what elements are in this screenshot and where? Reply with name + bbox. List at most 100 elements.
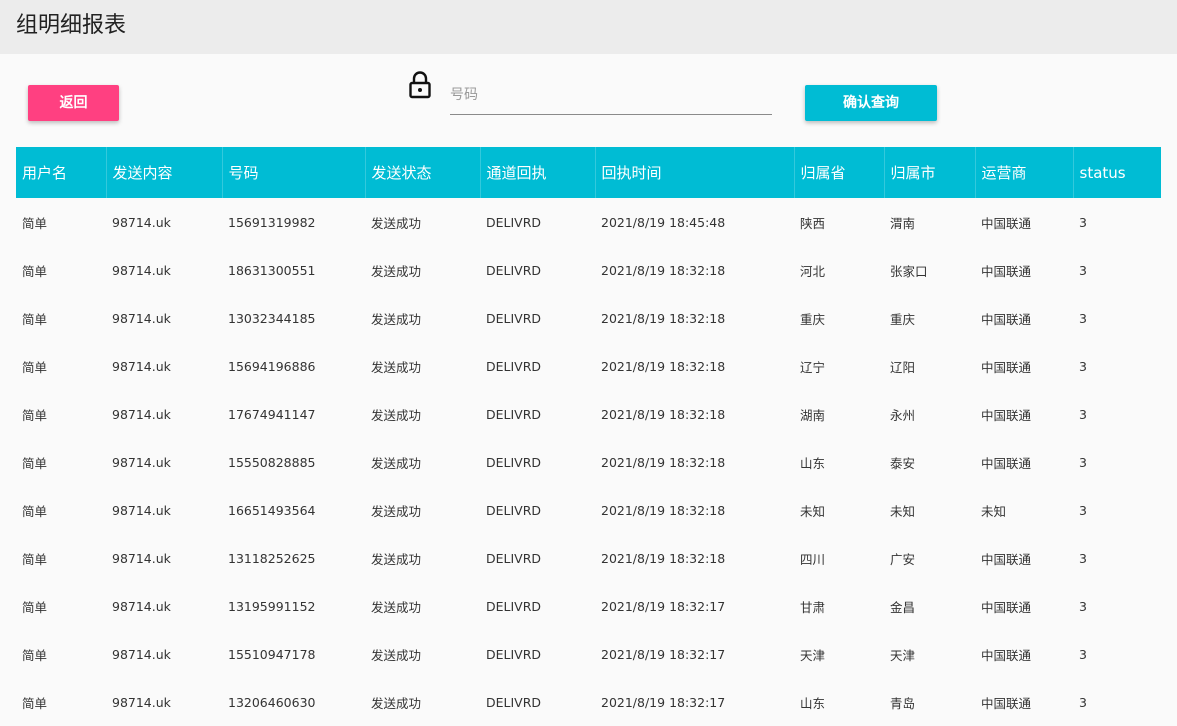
column-receipt-time-cell: 2021/8/19 18:32:18: [601, 358, 726, 374]
column-city-cell: 永州: [890, 407, 916, 423]
table-row: 简单 98714.uk 15694196886 发送成功 DELIVRD 2021/8/1…: [16, 342, 1161, 390]
column-channel-receipt-cell: DELIVRD: [486, 454, 542, 470]
column-number-cell: 15550828885: [228, 454, 316, 470]
column-status-cell: 3: [1079, 694, 1087, 710]
column-receipt-time-cell: 2021/8/19 18:32:18: [601, 406, 726, 422]
column-channel-receipt-header: 通道回执: [480, 147, 596, 198]
column-channel-receipt-cell: DELIVRD: [486, 646, 542, 662]
column-channel-receipt-cell: DELIVRD: [486, 358, 542, 374]
column-carrier-cell: 中国联通: [981, 599, 1032, 615]
column-username-header: 用户名: [16, 147, 107, 198]
column-status-cell: 3: [1079, 454, 1087, 470]
column-username-cell: 简单: [22, 503, 48, 519]
table-row: 简单 98714.uk 13118252625 发送成功 DELIVRD 2021/8/1…: [16, 534, 1161, 582]
table-row: 简单 98714.uk 15691319982 发送成功 DELIVRD 2021/8/1…: [16, 198, 1161, 246]
column-channel-receipt-cell: DELIVRD: [486, 262, 542, 278]
column-city-cell: 张家口: [890, 263, 928, 279]
column-status-cell: 3: [1079, 310, 1087, 326]
column-province-cell: 陕西: [800, 215, 826, 231]
column-carrier-cell: 中国联通: [981, 215, 1032, 231]
column-channel-receipt-cell: DELIVRD: [486, 406, 542, 422]
column-content-cell: 98714.uk: [112, 310, 171, 326]
column-content-cell: 98714.uk: [112, 406, 171, 422]
column-content-cell: 98714.uk: [112, 262, 171, 278]
column-carrier-header: 运营商: [975, 147, 1074, 198]
column-province-cell: 未知: [800, 503, 826, 519]
column-send-status-cell: 发送成功: [371, 455, 422, 471]
column-content-cell: 98714.uk: [112, 598, 171, 614]
column-carrier-cell: 中国联通: [981, 455, 1032, 471]
column-receipt-time-cell: 2021/8/19 18:32:17: [601, 598, 726, 614]
back-button[interactable]: 返回: [28, 85, 119, 121]
column-province-cell: 湖南: [800, 407, 826, 423]
column-city-cell: 泰安: [890, 455, 916, 471]
column-content-cell: 98714.uk: [112, 454, 171, 470]
column-send-status-cell: 发送成功: [371, 551, 422, 567]
column-send-status-cell: 发送成功: [371, 311, 422, 327]
page-header: 组明细报表: [0, 0, 1177, 54]
column-content-header: 发送内容: [106, 147, 223, 198]
column-username-cell: 简单: [22, 311, 48, 327]
column-username-cell: 简单: [22, 695, 48, 711]
table-row: 简单 98714.uk 13206460630 发送成功 DELIVRD 2021/8/1…: [16, 678, 1161, 726]
table-row: 简单 98714.uk 18631300551 发送成功 DELIVRD 2021/8/1…: [16, 246, 1161, 294]
column-carrier-cell: 中国联通: [981, 407, 1032, 423]
column-number-cell: 13118252625: [228, 550, 316, 566]
column-province-cell: 辽宁: [800, 359, 826, 375]
column-number-cell: 13032344185: [228, 310, 316, 326]
column-username-cell: 简单: [22, 407, 48, 423]
column-username-cell: 简单: [22, 215, 48, 231]
column-status-cell: 3: [1079, 646, 1087, 662]
column-number-cell: 13195991152: [228, 598, 316, 614]
table-row: 简单 98714.uk 13195991152 发送成功 DELIVRD 2021/8/1…: [16, 582, 1161, 630]
column-channel-receipt-cell: DELIVRD: [486, 598, 542, 614]
column-content-cell: 98714.uk: [112, 646, 171, 662]
column-channel-receipt-cell: DELIVRD: [486, 550, 542, 566]
table-row: 简单 98714.uk 15510947178 发送成功 DELIVRD 2021/8/1…: [16, 630, 1161, 678]
table-header-row: 用户名 发送内容 号码 发送状态 通道回执 回执时间 归属省 归属市 运营商 status: [16, 147, 1161, 198]
column-receipt-time-cell: 2021/8/19 18:32:18: [601, 454, 726, 470]
report-table: 用户名 发送内容 号码 发送状态 通道回执 回执时间 归属省 归属市 运营商 status 简单 9…: [16, 147, 1161, 726]
column-carrier-cell: 中国联通: [981, 695, 1032, 711]
column-send-status-cell: 发送成功: [371, 695, 422, 711]
column-username-cell: 简单: [22, 599, 48, 615]
column-city-cell: 青岛: [890, 695, 916, 711]
column-city-cell: 未知: [890, 503, 916, 519]
column-city-cell: 重庆: [890, 311, 916, 327]
column-province-cell: 山东: [800, 695, 826, 711]
column-send-status-cell: 发送成功: [371, 407, 422, 423]
column-province-cell: 重庆: [800, 311, 826, 327]
column-number-cell: 18631300551: [228, 262, 316, 278]
column-status-cell: 3: [1079, 358, 1087, 374]
confirm-query-button[interactable]: 确认查询: [805, 85, 937, 121]
column-username-cell: 简单: [22, 263, 48, 279]
column-number-cell: 16651493564: [228, 502, 316, 518]
table-row: 简单 98714.uk 16651493564 发送成功 DELIVRD 2021/8/1…: [16, 486, 1161, 534]
column-province-cell: 河北: [800, 263, 826, 279]
column-content-cell: 98714.uk: [112, 694, 171, 710]
column-receipt-time-cell: 2021/8/19 18:45:48: [601, 214, 726, 230]
column-status-cell: 3: [1079, 406, 1087, 422]
table-row: 简单 98714.uk 15550828885 发送成功 DELIVRD 2021/8/1…: [16, 438, 1161, 486]
phone-search-input[interactable]: [450, 76, 772, 115]
column-carrier-cell: 中国联通: [981, 359, 1032, 375]
column-status-header: status: [1079, 163, 1126, 182]
column-username-cell: 简单: [22, 455, 48, 471]
column-number-cell: 17674941147: [228, 406, 316, 422]
column-number-cell: 15510947178: [228, 646, 316, 662]
column-city-header: 归属市: [884, 147, 976, 198]
table-body: 简单 98714.uk 15691319982 发送成功 DELIVRD 2021/8/1…: [16, 198, 1161, 726]
column-receipt-time-cell: 2021/8/19 18:32:18: [601, 550, 726, 566]
column-number-cell: 15694196886: [228, 358, 316, 374]
column-city-cell: 渭南: [890, 215, 916, 231]
column-send-status-cell: 发送成功: [371, 647, 422, 663]
lock-icon: [406, 70, 434, 100]
column-province-cell: 四川: [800, 551, 826, 567]
page-title: 组明细报表: [16, 13, 127, 38]
column-status-cell: 3: [1079, 598, 1087, 614]
column-carrier-cell: 中国联通: [981, 647, 1032, 663]
column-send-status-cell: 发送成功: [371, 503, 422, 519]
column-status-cell: 3: [1079, 262, 1087, 278]
column-carrier-cell: 未知: [981, 503, 1007, 519]
column-channel-receipt-cell: DELIVRD: [486, 502, 542, 518]
